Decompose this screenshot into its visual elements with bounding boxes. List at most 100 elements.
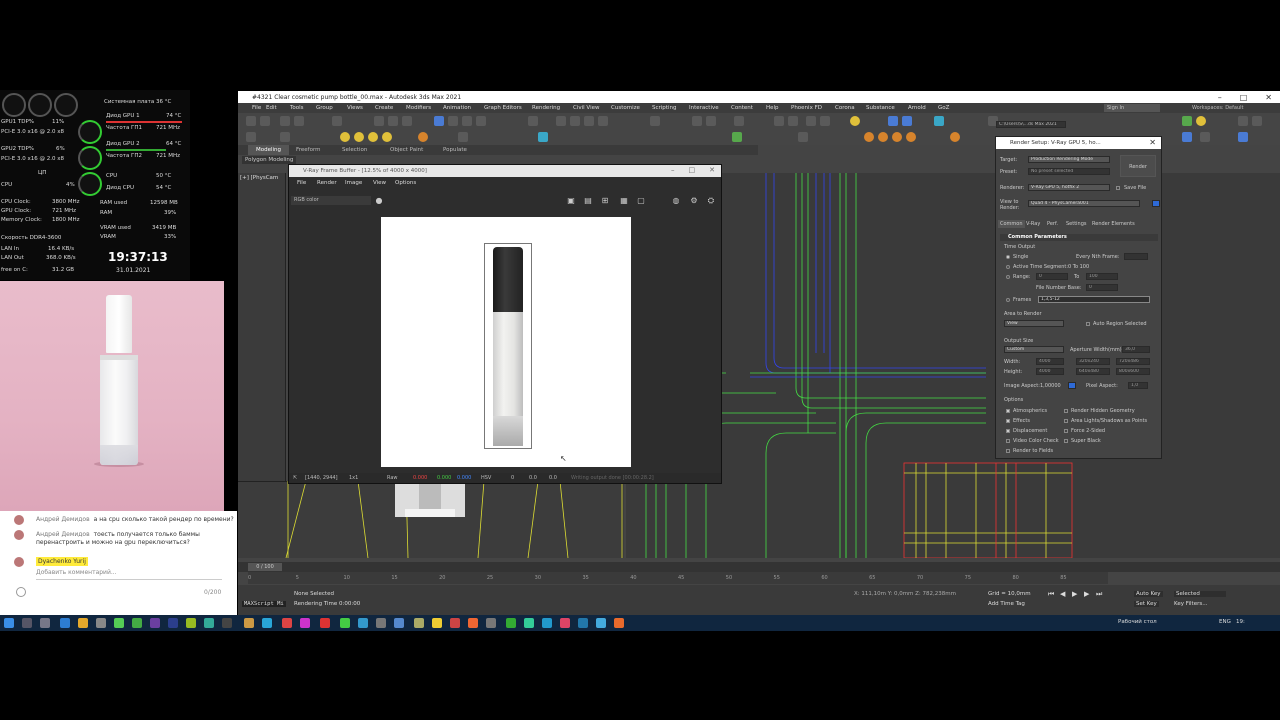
- pixel-aspect-field[interactable]: 1,0: [1128, 382, 1148, 389]
- render-frame-icon[interactable]: [820, 116, 830, 126]
- sign-in-button[interactable]: Sign In: [1104, 104, 1160, 112]
- workspaces-select[interactable]: Workspaces: Default: [1192, 105, 1243, 111]
- tab-settings[interactable]: Settings: [1064, 220, 1089, 228]
- desktop-toolbar[interactable]: Рабочий стол: [1118, 619, 1157, 625]
- area-select[interactable]: View: [1004, 320, 1064, 327]
- tab-selection[interactable]: Selection: [342, 147, 367, 153]
- select-object-icon[interactable]: [374, 116, 384, 126]
- lock-icon[interactable]: [1152, 200, 1160, 207]
- render-to-fields-checkbox[interactable]: [1006, 449, 1010, 453]
- save-all-icon[interactable]: ▤: [583, 196, 593, 206]
- taskview-icon[interactable]: [40, 618, 50, 628]
- menu-create[interactable]: Create: [375, 105, 393, 111]
- app-icon[interactable]: [320, 618, 330, 628]
- auto-region-checkbox[interactable]: [1086, 322, 1090, 326]
- menu-content[interactable]: Content: [731, 105, 753, 111]
- menu-modifiers[interactable]: Modifiers: [406, 105, 431, 111]
- preset-select[interactable]: No preset selected: [1028, 168, 1110, 175]
- play-icon[interactable]: [798, 132, 808, 142]
- cylinder-icon[interactable]: [368, 132, 378, 142]
- plugin-icon[interactable]: [1196, 116, 1206, 126]
- select-filter-icon[interactable]: [332, 116, 342, 126]
- menu-civil-view[interactable]: Civil View: [573, 105, 599, 111]
- scale-icon[interactable]: [462, 116, 472, 126]
- app-icon[interactable]: [542, 618, 552, 628]
- app-icon[interactable]: [168, 618, 178, 628]
- range-from-field[interactable]: 0: [1036, 273, 1068, 280]
- link-icon[interactable]: [280, 116, 290, 126]
- move-icon[interactable]: [434, 116, 444, 126]
- add-time-tag[interactable]: Add Time Tag: [988, 601, 1025, 607]
- viewport-label[interactable]: [+] [PhysCam: [240, 175, 278, 181]
- layer-icon[interactable]: [734, 116, 744, 126]
- goto-end-icon[interactable]: ⏭: [1096, 590, 1102, 599]
- language-indicator[interactable]: ENG: [1219, 619, 1231, 625]
- every-nth-field[interactable]: [1124, 253, 1148, 260]
- key-filters-button[interactable]: Key Filters...: [1174, 601, 1207, 607]
- menu-graph-editors[interactable]: Graph Editors: [484, 105, 522, 111]
- tool-icon[interactable]: [1200, 132, 1210, 142]
- time-slider-bar[interactable]: 0 / 100: [238, 562, 1280, 572]
- app-icon[interactable]: [578, 618, 588, 628]
- corona-icon[interactable]: [892, 132, 902, 142]
- tool-icon[interactable]: [246, 132, 256, 142]
- fit-icon[interactable]: ▢: [636, 196, 646, 206]
- tab-populate[interactable]: Populate: [443, 147, 467, 153]
- range-radio[interactable]: [1006, 275, 1010, 279]
- menu-goz[interactable]: GoZ: [938, 105, 949, 111]
- stop-icon[interactable]: ⚙: [689, 196, 699, 206]
- settings-icon[interactable]: ●: [374, 196, 384, 206]
- app-icon[interactable]: [300, 618, 310, 628]
- teapot-icon[interactable]: ⛭: [706, 196, 716, 206]
- output-size-select[interactable]: Custom: [1004, 346, 1064, 353]
- app-icon[interactable]: [132, 618, 142, 628]
- render-icon[interactable]: ◍: [671, 196, 681, 206]
- lock-aspect-icon[interactable]: [1068, 382, 1076, 389]
- close-icon[interactable]: ✕: [1149, 138, 1156, 147]
- corona-icon[interactable]: [878, 132, 888, 142]
- target-select[interactable]: Production Rendering Mode: [1028, 156, 1110, 163]
- menu-customize[interactable]: Customize: [611, 105, 640, 111]
- app-icon[interactable]: [244, 618, 254, 628]
- common-params-header[interactable]: Common Parameters: [1000, 234, 1158, 241]
- render-button[interactable]: Render: [1120, 155, 1156, 177]
- snap-icon[interactable]: [556, 116, 566, 126]
- selection-set-icon[interactable]: [650, 116, 660, 126]
- channel-select[interactable]: RGB color: [291, 196, 371, 205]
- color-mode[interactable]: Raw: [387, 475, 398, 481]
- size-preset-button[interactable]: 640x480: [1076, 368, 1110, 375]
- app-icon[interactable]: [96, 618, 106, 628]
- active-toggle-icon[interactable]: [888, 116, 898, 126]
- super-black-checkbox[interactable]: [1064, 439, 1068, 443]
- app-icon[interactable]: [394, 618, 404, 628]
- pivot-icon[interactable]: [528, 116, 538, 126]
- goto-start-icon[interactable]: ⏮: [1048, 590, 1054, 599]
- key-mode-select[interactable]: Selected: [1174, 591, 1226, 597]
- vfb-menu-view[interactable]: View: [373, 180, 386, 186]
- select-name-icon[interactable]: [388, 116, 398, 126]
- close-icon[interactable]: ✕: [1265, 93, 1272, 102]
- menu-animation[interactable]: Animation: [443, 105, 471, 111]
- prev-frame-icon[interactable]: ◀: [1060, 590, 1065, 598]
- menu-file[interactable]: File: [252, 105, 261, 111]
- polygon-modeling-panel[interactable]: Polygon Modeling: [242, 156, 297, 164]
- active-seg-radio[interactable]: [1006, 265, 1010, 269]
- helper-icon[interactable]: [538, 132, 548, 142]
- app-icon[interactable]: [486, 618, 496, 628]
- active-toggle-icon[interactable]: [902, 116, 912, 126]
- corona-icon[interactable]: [906, 132, 916, 142]
- project-path-field[interactable]: C:\Users\S\...ds Max 2021: [996, 121, 1066, 128]
- set-key-button[interactable]: Set Key: [1134, 601, 1159, 607]
- tab-perf[interactable]: Perf.: [1045, 220, 1060, 228]
- size-preset-button[interactable]: 800x600: [1116, 368, 1150, 375]
- size-preset-button[interactable]: 720x486: [1116, 358, 1150, 365]
- rotate-icon[interactable]: [448, 116, 458, 126]
- chat-input[interactable]: Добавить комментарий...: [36, 569, 117, 576]
- range-to-field[interactable]: 100: [1086, 273, 1118, 280]
- compare-icon[interactable]: ▦: [619, 196, 629, 206]
- tool-icon[interactable]: [458, 132, 468, 142]
- menu-views[interactable]: Views: [347, 105, 363, 111]
- plugin-icon[interactable]: [1238, 116, 1248, 126]
- video-color-check-checkbox[interactable]: [1006, 439, 1010, 443]
- app-icon[interactable]: [282, 618, 292, 628]
